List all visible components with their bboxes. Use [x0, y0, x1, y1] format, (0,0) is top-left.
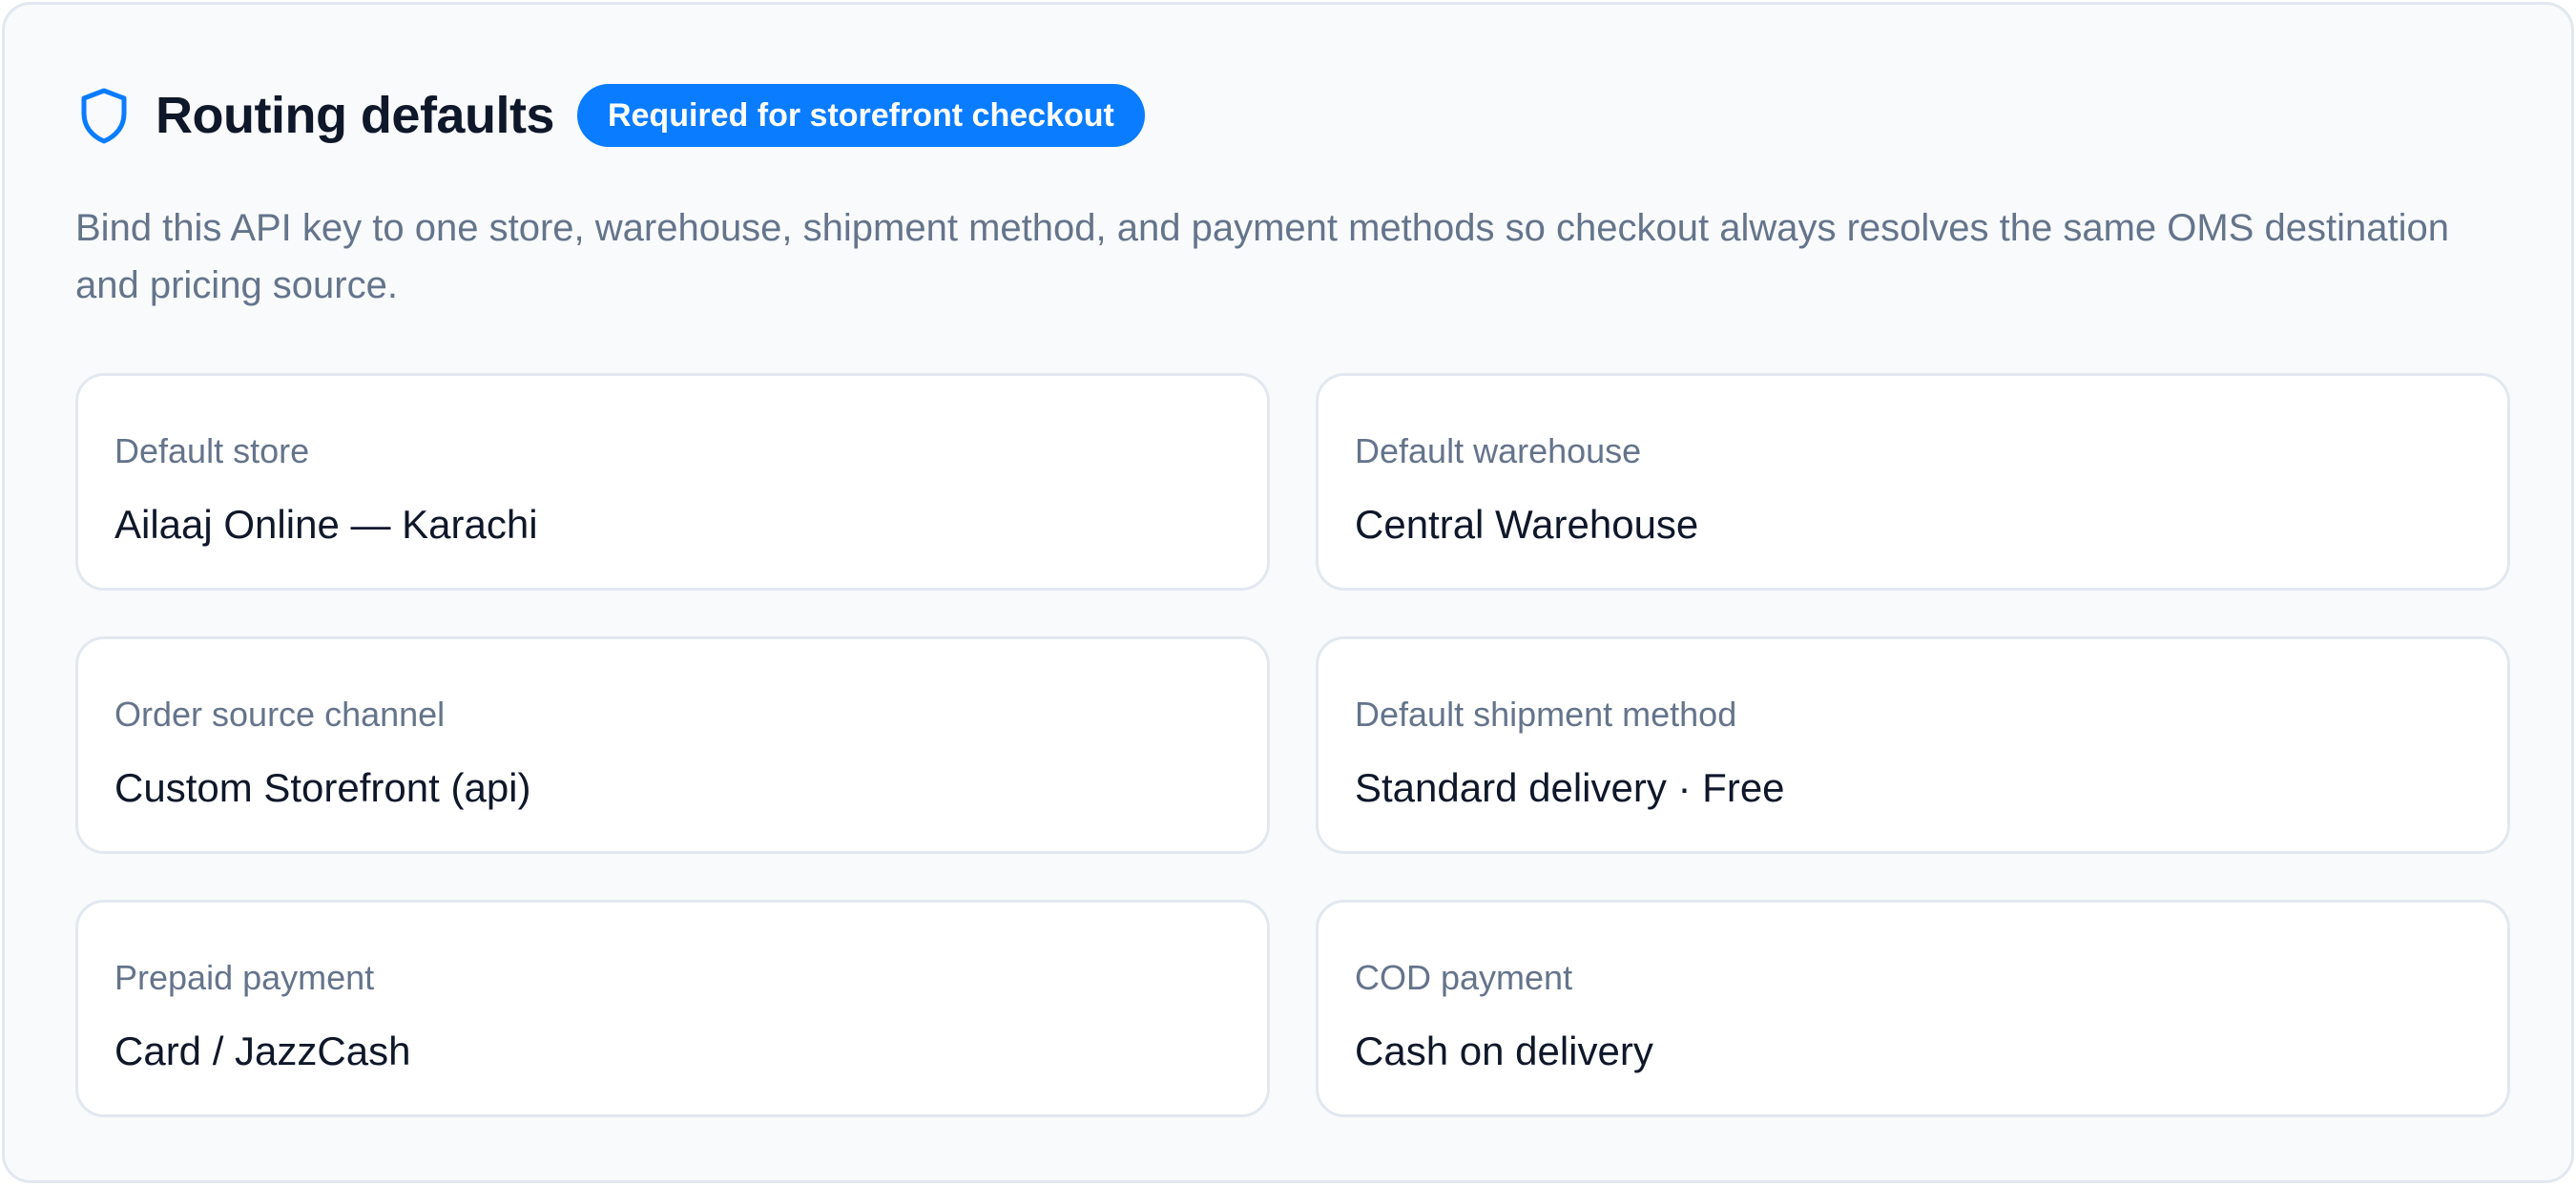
- field-order-source-channel[interactable]: Order source channel Custom Storefront (…: [75, 636, 1270, 854]
- routing-defaults-panel: Routing defaults Required for storefront…: [2, 2, 2574, 1183]
- field-value: Cash on delivery: [1355, 1029, 1653, 1073]
- field-label: Default shipment method: [1355, 695, 1737, 734]
- panel-description: Bind this API key to one store, warehous…: [75, 207, 2449, 306]
- field-value: Card / JazzCash: [114, 1029, 411, 1073]
- shield-icon: [75, 87, 133, 144]
- field-value: Ailaaj Online — Karachi: [114, 502, 538, 547]
- routing-fields-grid: Default store Ailaaj Online — Karachi De…: [75, 373, 2510, 1117]
- field-default-shipment-method[interactable]: Default shipment method Standard deliver…: [1316, 636, 2510, 854]
- page-title: Routing defaults: [156, 87, 554, 144]
- required-badge: Required for storefront checkout: [576, 84, 1145, 147]
- field-label: COD payment: [1355, 958, 1573, 997]
- panel-header: Routing defaults Required for storefront…: [75, 79, 1145, 152]
- field-default-warehouse[interactable]: Default warehouse Central Warehouse: [1316, 373, 2510, 591]
- field-label: Default store: [114, 431, 310, 470]
- field-prepaid-payment[interactable]: Prepaid payment Card / JazzCash: [75, 900, 1270, 1117]
- field-label: Default warehouse: [1355, 431, 1642, 470]
- field-default-store[interactable]: Default store Ailaaj Online — Karachi: [75, 373, 1270, 591]
- field-cod-payment[interactable]: COD payment Cash on delivery: [1316, 900, 2510, 1117]
- field-label: Order source channel: [114, 695, 446, 734]
- field-label: Prepaid payment: [114, 958, 375, 997]
- field-value: Standard delivery · Free: [1355, 765, 1785, 810]
- field-value: Central Warehouse: [1355, 502, 1699, 547]
- field-value: Custom Storefront (api): [114, 765, 531, 810]
